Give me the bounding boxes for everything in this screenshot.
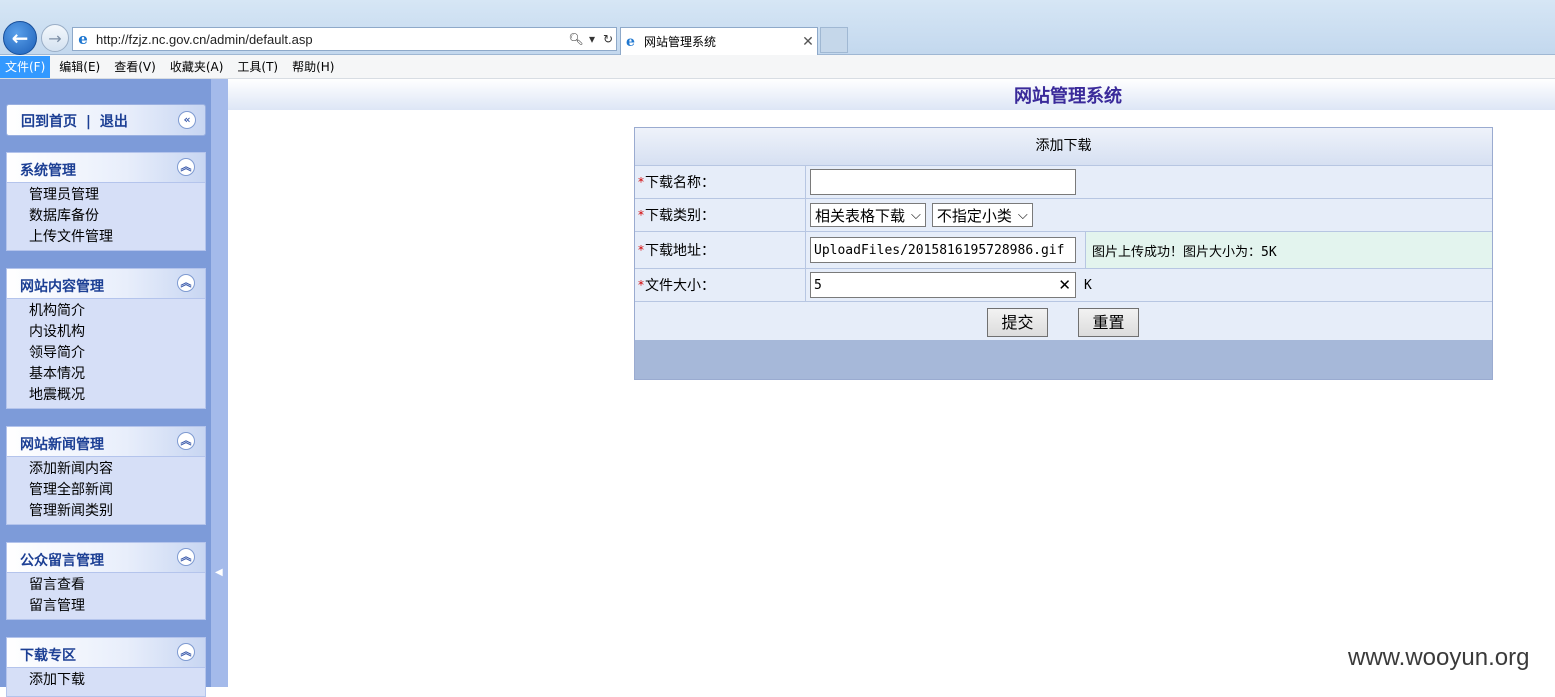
size-unit: K bbox=[1084, 277, 1092, 293]
size-label: 文件大小： bbox=[645, 278, 715, 294]
watermark: www.wooyun.org bbox=[1348, 644, 1530, 671]
field-label: * 下载名称： bbox=[635, 166, 806, 198]
arrow-left-icon: ← bbox=[11, 26, 29, 50]
ie-logo-icon: e bbox=[626, 33, 635, 50]
sidebar-item-intro[interactable]: 机构简介 bbox=[29, 301, 205, 322]
main-frame: 网站管理系统 添加下载 * 下载名称： * 下载类别： 相关表格下载 ⌵ 不指定… bbox=[228, 79, 1555, 687]
submit-button[interactable]: 提交 bbox=[987, 308, 1048, 337]
sidebar-item-all-news[interactable]: 管理全部新闻 bbox=[29, 480, 205, 501]
name-label: 下载名称： bbox=[645, 175, 715, 191]
form-row-address: * 下载地址： UploadFiles/2015816195728986.gif… bbox=[635, 232, 1492, 269]
menu-favorites[interactable]: 收藏夹(A) bbox=[165, 56, 229, 78]
group-title[interactable]: 网站新闻管理 bbox=[20, 434, 104, 454]
browser-tab[interactable]: e 网站管理系统 ✕ bbox=[620, 27, 818, 55]
upload-status: 图片上传成功！图片大小为：5K bbox=[1085, 232, 1492, 268]
download-address-input[interactable]: UploadFiles/2015816195728986.gif bbox=[810, 237, 1076, 263]
group-news: 网站新闻管理 ︽ 添加新闻内容 管理全部新闻 管理新闻类别 bbox=[6, 426, 206, 525]
form-row-actions: 提交 重置 bbox=[635, 302, 1492, 340]
clear-icon[interactable]: ✕ bbox=[1058, 276, 1071, 294]
sidebar-item-admin[interactable]: 管理员管理 bbox=[29, 185, 205, 206]
sidebar-item-basic-info[interactable]: 基本情况 bbox=[29, 364, 205, 385]
required-mark: * bbox=[638, 175, 644, 189]
required-mark: * bbox=[638, 208, 644, 222]
address-bar[interactable]: e http://fzjz.nc.gov.cn/admin/default.as… bbox=[72, 27, 617, 51]
menu-help[interactable]: 帮助(H) bbox=[287, 56, 339, 78]
chevron-up-icon[interactable]: ︽ bbox=[177, 548, 195, 566]
menu-tools[interactable]: 工具(T) bbox=[232, 56, 283, 78]
ie-logo-icon: e bbox=[78, 30, 88, 48]
field-label: * 下载地址： bbox=[635, 232, 806, 268]
sidebar-item-add-download[interactable]: 添加下载 bbox=[29, 670, 205, 691]
group-title[interactable]: 下载专区 bbox=[20, 645, 76, 665]
sidebar-item-departments[interactable]: 内设机构 bbox=[29, 322, 205, 343]
sidebar-item-leaders[interactable]: 领导简介 bbox=[29, 343, 205, 364]
form-row-name: * 下载名称： bbox=[635, 166, 1492, 199]
download-name-input[interactable] bbox=[810, 169, 1076, 195]
category-label: 下载类别： bbox=[645, 208, 715, 224]
search-icon[interactable]: 🔍︎ bbox=[568, 32, 584, 46]
chevron-down-icon: ⌵ bbox=[911, 207, 921, 223]
sidebar-item-earthquake[interactable]: 地震概况 bbox=[29, 385, 205, 406]
url-text[interactable]: http://fzjz.nc.gov.cn/admin/default.asp bbox=[93, 32, 568, 47]
subcategory-select[interactable]: 不指定小类 ⌵ bbox=[931, 203, 1033, 227]
dropdown-icon[interactable]: ▾ bbox=[584, 32, 600, 46]
reset-button[interactable]: 重置 bbox=[1078, 308, 1139, 337]
main-header: 网站管理系统 bbox=[228, 79, 1555, 110]
refresh-icon[interactable]: ↻ bbox=[600, 32, 616, 46]
chevron-up-icon[interactable]: ︽ bbox=[177, 158, 195, 176]
subcategory-selected: 不指定小类 bbox=[936, 206, 1012, 225]
add-download-form: 添加下载 * 下载名称： * 下载类别： 相关表格下载 ⌵ 不指定小类 ⌵ * … bbox=[634, 127, 1493, 380]
chevron-down-icon: ⌵ bbox=[1017, 207, 1028, 223]
menu-bar: 文件(F) 编辑(E) 查看(V) 收藏夹(A) 工具(T) 帮助(H) bbox=[0, 55, 1555, 79]
close-icon[interactable]: ✕ bbox=[799, 34, 817, 50]
group-messages: 公众留言管理 ︽ 留言查看 留言管理 bbox=[6, 542, 206, 620]
tab-title: 网站管理系统 bbox=[644, 35, 717, 49]
sidebar-item-news-categories[interactable]: 管理新闻类别 bbox=[29, 501, 205, 522]
required-mark: * bbox=[638, 278, 644, 292]
group-title[interactable]: 系统管理 bbox=[20, 160, 76, 180]
site-title: 网站管理系统 bbox=[1014, 86, 1122, 107]
sidebar-item-uploads[interactable]: 上传文件管理 bbox=[29, 227, 205, 248]
address-label: 下载地址： bbox=[645, 243, 715, 259]
logout-link[interactable]: 退出 bbox=[100, 114, 128, 130]
file-size-value: 5 bbox=[814, 277, 822, 293]
home-link[interactable]: 回到首页 bbox=[21, 114, 77, 130]
forward-button[interactable]: → bbox=[41, 24, 69, 52]
group-title[interactable]: 公众留言管理 bbox=[20, 550, 104, 570]
group-downloads: 下载专区 ︽ 添加下载 bbox=[6, 637, 206, 697]
chevron-up-icon[interactable]: ︽ bbox=[177, 643, 195, 661]
new-tab-button[interactable] bbox=[820, 27, 848, 53]
category-select[interactable]: 相关表格下载 ⌵ bbox=[810, 203, 926, 227]
frame-splitter[interactable]: ◀ bbox=[211, 79, 228, 687]
sidebar-item-manage-messages[interactable]: 留言管理 bbox=[29, 596, 205, 617]
form-row-size: * 文件大小： 5 ✕ K bbox=[635, 269, 1492, 302]
group-system: 系统管理 ︽ 管理员管理 数据库备份 上传文件管理 bbox=[6, 152, 206, 251]
sidebar-item-view-messages[interactable]: 留言查看 bbox=[29, 575, 205, 596]
file-size-input[interactable]: 5 ✕ bbox=[810, 272, 1076, 298]
required-mark: * bbox=[638, 243, 644, 257]
chevron-up-icon[interactable]: ︽ bbox=[177, 274, 195, 292]
form-heading: 添加下载 bbox=[635, 128, 1492, 166]
group-content: 网站内容管理 ︽ 机构简介 内设机构 领导简介 基本情况 地震概况 bbox=[6, 268, 206, 409]
menu-file[interactable]: 文件(F) bbox=[0, 55, 51, 78]
field-label: * 文件大小： bbox=[635, 269, 806, 301]
browser-chrome: ← → e http://fzjz.nc.gov.cn/admin/defaul… bbox=[0, 0, 1555, 55]
link-separator: | bbox=[85, 114, 91, 130]
form-row-category: * 下载类别： 相关表格下载 ⌵ 不指定小类 ⌵ bbox=[635, 199, 1492, 232]
sidebar-item-add-news[interactable]: 添加新闻内容 bbox=[29, 459, 205, 480]
collapse-sidebar-icon[interactable]: « bbox=[178, 111, 196, 129]
chevron-up-icon[interactable]: ︽ bbox=[177, 432, 195, 450]
collapse-arrow-icon[interactable]: ◀ bbox=[215, 567, 223, 578]
menu-view[interactable]: 查看(V) bbox=[109, 56, 161, 78]
group-title[interactable]: 网站内容管理 bbox=[20, 276, 104, 296]
menu-edit[interactable]: 编辑(E) bbox=[54, 56, 105, 78]
field-label: * 下载类别： bbox=[635, 199, 806, 231]
back-button[interactable]: ← bbox=[3, 21, 37, 55]
sidebar: 回到首页 | 退出 « 系统管理 ︽ 管理员管理 数据库备份 上传文件管理 网站… bbox=[0, 79, 228, 697]
category-selected: 相关表格下载 bbox=[815, 206, 906, 225]
sidebar-item-backup[interactable]: 数据库备份 bbox=[29, 206, 205, 227]
sidebar-top-links: 回到首页 | 退出 « bbox=[6, 104, 206, 136]
arrow-right-icon: → bbox=[48, 28, 62, 48]
